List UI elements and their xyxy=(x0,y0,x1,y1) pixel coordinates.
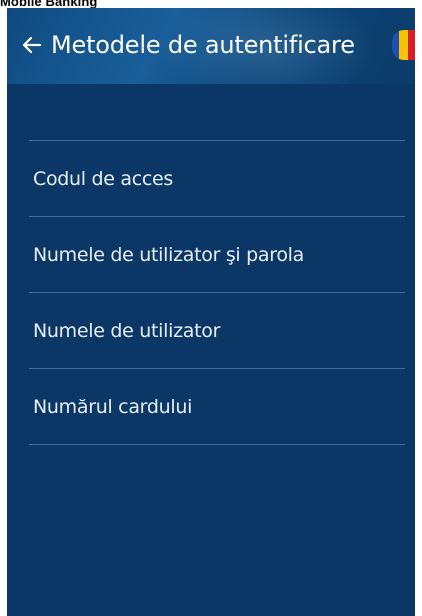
flag-blue-stripe xyxy=(392,30,399,60)
menu-item-access-code[interactable]: Codul de acces xyxy=(29,141,405,217)
menu-item-username-password[interactable]: Numele de utilizator şi parola xyxy=(29,217,405,293)
page-title: Metodele de autentificare xyxy=(51,31,355,59)
menu-item-label: Numărul cardului xyxy=(33,395,193,418)
arrow-left-icon xyxy=(22,36,42,54)
app-header: Metodele de autentificare xyxy=(7,8,415,84)
romania-flag-icon[interactable] xyxy=(392,30,415,60)
flag-red-stripe xyxy=(408,30,415,60)
menu-item-username[interactable]: Numele de utilizator xyxy=(29,293,405,369)
auth-methods-list: Codul de acces Numele de utilizator şi p… xyxy=(29,140,405,445)
menu-item-label: Numele de utilizator şi parola xyxy=(33,243,304,266)
document-caption: Mobile Banking xyxy=(0,0,98,9)
page: Mobile Banking Metodele de autentificare… xyxy=(0,0,422,616)
menu-item-label: Codul de acces xyxy=(33,167,174,190)
menu-item-label: Numele de utilizator xyxy=(33,319,221,342)
phone-screen: Metodele de autentificare Codul de acces… xyxy=(7,8,415,616)
menu-item-card-number[interactable]: Numărul cardului xyxy=(29,369,405,445)
back-button[interactable] xyxy=(17,30,47,60)
list-top-divider xyxy=(29,140,405,141)
flag-yellow-stripe xyxy=(399,30,408,60)
